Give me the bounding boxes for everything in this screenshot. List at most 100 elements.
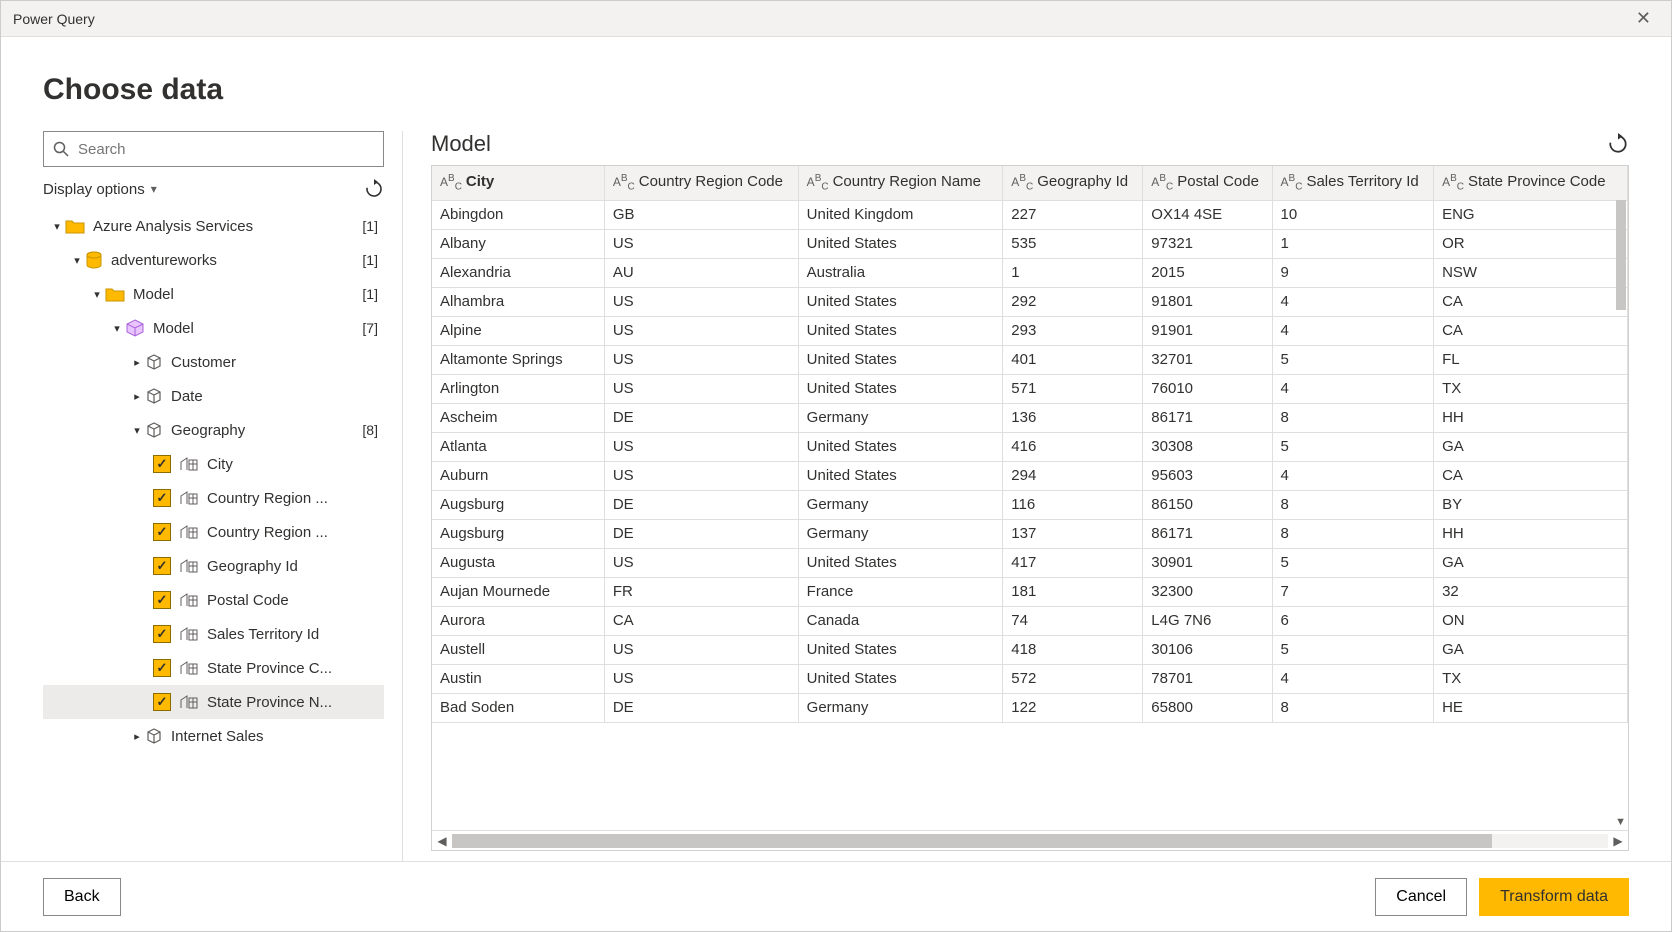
table-row[interactable]: AustinUSUnited States572787014TX (432, 664, 1628, 693)
table-cell: 32 (1434, 577, 1628, 606)
table-row[interactable]: AlhambraUSUnited States292918014CA (432, 287, 1628, 316)
table-row[interactable]: AlexandriaAUAustralia120159NSW (432, 258, 1628, 287)
tree-node-customer[interactable]: ▸ Customer (43, 345, 384, 379)
table-cell: HH (1434, 403, 1628, 432)
back-button[interactable]: Back (43, 878, 121, 916)
table-row[interactable]: AlpineUSUnited States293919014CA (432, 316, 1628, 345)
table-cell: AU (604, 258, 798, 287)
checkbox-checked-icon[interactable]: ✓ (153, 693, 171, 711)
tree-node-date[interactable]: ▸ Date (43, 379, 384, 413)
table-row[interactable]: AuburnUSUnited States294956034CA (432, 461, 1628, 490)
tree-node-azure-analysis-services[interactable]: ▾ Azure Analysis Services [1] (43, 209, 384, 243)
checkbox-checked-icon[interactable]: ✓ (153, 659, 171, 677)
column-header[interactable]: ABCPostal Code (1143, 166, 1272, 200)
expander-icon[interactable]: ▾ (49, 220, 65, 233)
scroll-down-icon[interactable]: ▼ (1615, 816, 1626, 828)
table-cell: United States (798, 374, 1003, 403)
tree-node-col-sales-territory-id[interactable]: ✓ Sales Territory Id (43, 617, 384, 651)
expander-icon[interactable]: ▸ (129, 730, 145, 743)
table-row[interactable]: AbingdonGBUnited Kingdom227OX14 4SE10ENG (432, 200, 1628, 229)
page-title: Choose data (43, 73, 1629, 107)
table-cell: Canada (798, 606, 1003, 635)
display-options-label[interactable]: Display options (43, 181, 145, 198)
table-cell: 76010 (1143, 374, 1272, 403)
column-header[interactable]: ABCCountry Region Name (798, 166, 1003, 200)
tree-node-col-state-province-code[interactable]: ✓ State Province C... (43, 651, 384, 685)
cancel-button[interactable]: Cancel (1375, 878, 1467, 916)
table-cell: 8 (1272, 693, 1434, 722)
tree-node-adventureworks[interactable]: ▾ adventureworks [1] (43, 243, 384, 277)
table-cell: 535 (1003, 229, 1143, 258)
expander-icon[interactable]: ▾ (69, 254, 85, 267)
table-row[interactable]: AugsburgDEGermany137861718HH (432, 519, 1628, 548)
tree-node-internet-sales[interactable]: ▸ Internet Sales (43, 719, 384, 753)
table-row[interactable]: AugsburgDEGermany116861508BY (432, 490, 1628, 519)
table-row[interactable]: AuroraCACanada74L4G 7N66ON (432, 606, 1628, 635)
checkbox-checked-icon[interactable]: ✓ (153, 523, 171, 541)
column-icon (179, 490, 199, 506)
table-row[interactable]: Bad SodenDEGermany122658008HE (432, 693, 1628, 722)
table-row[interactable]: ArlingtonUSUnited States571760104TX (432, 374, 1628, 403)
checkbox-checked-icon[interactable]: ✓ (153, 557, 171, 575)
footer: Back Cancel Transform data (1, 861, 1671, 931)
expander-icon[interactable]: ▾ (89, 288, 105, 301)
tree-node-col-state-province-name[interactable]: ✓ State Province N... (43, 685, 384, 719)
checkbox-checked-icon[interactable]: ✓ (153, 591, 171, 609)
scroll-right-icon[interactable]: ▶ (1608, 834, 1628, 848)
column-header[interactable]: ABCSales Territory Id (1272, 166, 1434, 200)
tree-count: [1] (354, 286, 378, 302)
table-cell: FR (604, 577, 798, 606)
table-cell: Australia (798, 258, 1003, 287)
checkbox-checked-icon[interactable]: ✓ (153, 625, 171, 643)
column-header[interactable]: ABCGeography Id (1003, 166, 1143, 200)
column-header[interactable]: ABCCountry Region Code (604, 166, 798, 200)
titlebar: Power Query ✕ (1, 1, 1671, 37)
tree-node-model-folder[interactable]: ▾ Model [1] (43, 277, 384, 311)
table-row[interactable]: AustellUSUnited States418301065GA (432, 635, 1628, 664)
table-cell: Abingdon (432, 200, 604, 229)
search-input[interactable] (43, 131, 384, 167)
table-cell: 5 (1272, 345, 1434, 374)
table-row[interactable]: Altamonte SpringsUSUnited States40132701… (432, 345, 1628, 374)
expander-icon[interactable]: ▾ (129, 424, 145, 437)
expander-icon[interactable]: ▸ (129, 390, 145, 403)
column-header[interactable]: ABCState Province Code (1434, 166, 1628, 200)
refresh-tree-button[interactable] (364, 179, 384, 199)
expander-icon[interactable]: ▾ (109, 322, 125, 335)
table-cell: Germany (798, 403, 1003, 432)
tree-node-col-geography-id[interactable]: ✓ Geography Id (43, 549, 384, 583)
scrollbar-horizontal[interactable]: ◀ ▶ (432, 830, 1628, 850)
table-row[interactable]: AscheimDEGermany136861718HH (432, 403, 1628, 432)
table-cell: 4 (1272, 374, 1434, 403)
tree-node-col-city[interactable]: ✓ City (43, 447, 384, 481)
tree-node-col-postal-code[interactable]: ✓ Postal Code (43, 583, 384, 617)
transform-data-button[interactable]: Transform data (1479, 878, 1629, 916)
chevron-down-icon[interactable]: ▾ (151, 182, 157, 196)
expander-icon[interactable]: ▸ (129, 356, 145, 369)
scroll-left-icon[interactable]: ◀ (432, 834, 452, 848)
column-icon (179, 694, 199, 710)
scrollbar-vertical[interactable] (1616, 200, 1626, 310)
table-cell: OR (1434, 229, 1628, 258)
table-row[interactable]: Aujan MournedeFRFrance18132300732 (432, 577, 1628, 606)
table-cell: 5 (1272, 432, 1434, 461)
close-icon[interactable]: ✕ (1628, 4, 1659, 33)
table-cell: 97321 (1143, 229, 1272, 258)
table-cell: 4 (1272, 664, 1434, 693)
table-cell: Germany (798, 490, 1003, 519)
table-row[interactable]: AlbanyUSUnited States535973211OR (432, 229, 1628, 258)
tree-node-geography[interactable]: ▾ Geography [8] (43, 413, 384, 447)
tree-node-model-cube[interactable]: ▾ Model [7] (43, 311, 384, 345)
search-icon (53, 141, 69, 157)
table-row[interactable]: AtlantaUSUnited States416303085GA (432, 432, 1628, 461)
checkbox-checked-icon[interactable]: ✓ (153, 455, 171, 473)
column-header[interactable]: ABCCity (432, 166, 604, 200)
table-cell: US (604, 374, 798, 403)
table-cell: 227 (1003, 200, 1143, 229)
refresh-preview-button[interactable] (1607, 133, 1629, 155)
checkbox-checked-icon[interactable]: ✓ (153, 489, 171, 507)
tree-node-col-country-region-code[interactable]: ✓ Country Region ... (43, 481, 384, 515)
table-cell: US (604, 345, 798, 374)
table-row[interactable]: AugustaUSUnited States417309015GA (432, 548, 1628, 577)
tree-node-col-country-region-name[interactable]: ✓ Country Region ... (43, 515, 384, 549)
